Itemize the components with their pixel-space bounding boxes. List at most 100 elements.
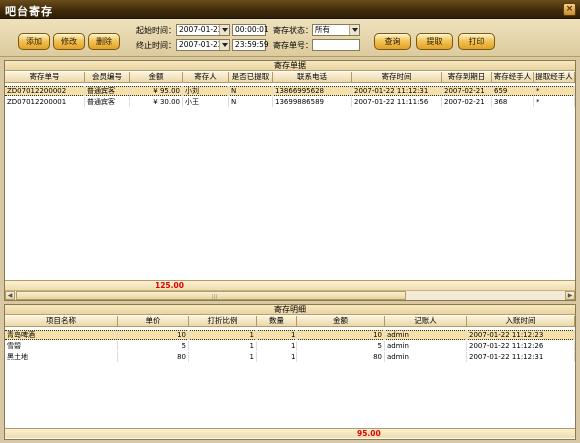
- cell-expiry-date: 2007-02-21: [442, 86, 492, 96]
- cell-deposit-time: 2007-01-22 11:11:56: [352, 97, 442, 107]
- orders-panel-title: 寄存单据: [5, 61, 575, 71]
- scroll-right-icon[interactable]: ▶: [565, 291, 575, 300]
- orders-panel: 寄存单据 寄存单号 会员编号 金额 寄存人 是否已提取 联系电话 寄存时间 寄存…: [4, 60, 576, 301]
- cell-quantity: 1: [257, 341, 297, 351]
- dropdown-arrow-icon[interactable]: [219, 25, 229, 35]
- cell-member-id: 普通宾客: [85, 97, 130, 107]
- cell-detail-amount: 10: [297, 330, 385, 340]
- table-row[interactable]: 黑土地 80 1 1 80 admin 2007-01-22 11:12:31: [5, 352, 575, 362]
- close-button[interactable]: ×: [563, 3, 576, 16]
- cell-deposit-handler: 368: [492, 97, 534, 107]
- details-total: 95.00: [357, 429, 381, 438]
- col-bookkeeper[interactable]: 记账人: [385, 316, 467, 327]
- orders-footer: 125.00: [5, 280, 575, 290]
- cell-detail-amount: 80: [297, 352, 385, 362]
- table-row[interactable]: ZD07012200001 普通宾客 ¥ 30.00 小王 N 13699886…: [5, 97, 575, 107]
- print-button[interactable]: 打印: [458, 33, 495, 50]
- col-item-name[interactable]: 项目名称: [5, 316, 118, 327]
- add-button[interactable]: 添加: [18, 33, 50, 50]
- cell-unit-price: 80: [118, 352, 189, 362]
- scroll-left-icon[interactable]: ◀: [5, 291, 15, 300]
- cell-deposit-time: 2007-01-22 11:12:31: [352, 86, 442, 96]
- cell-deposit-handler: 659: [492, 86, 534, 96]
- table-row[interactable]: ZD07012200002 普通宾客 ¥ 95.00 小刘 N 13866995…: [5, 86, 575, 96]
- cell-member-id: 普通宾客: [85, 86, 130, 96]
- cell-withdrawn: N: [229, 97, 273, 107]
- col-withdrawn[interactable]: 是否已提取: [229, 72, 273, 83]
- col-unit-price[interactable]: 单价: [118, 316, 189, 327]
- cell-entry-time: 2007-01-22 11:12:23: [467, 330, 575, 340]
- cell-bookkeeper: admin: [385, 341, 467, 351]
- cell-item-name: 青岛啤酒: [5, 330, 118, 340]
- cell-bookkeeper: admin: [385, 330, 467, 340]
- cell-withdraw-handler: *: [534, 97, 575, 107]
- cell-unit-price: 10: [118, 330, 189, 340]
- col-deposit-time[interactable]: 寄存时间: [352, 72, 442, 83]
- cell-withdraw-handler: *: [534, 86, 575, 96]
- col-order-no[interactable]: 寄存单号: [5, 72, 85, 83]
- table-row[interactable]: 雪碧 5 1 1 5 admin 2007-01-22 11:12:26: [5, 341, 575, 351]
- start-time-label: 起始时间：: [136, 26, 176, 35]
- orders-header-row: 寄存单号 会员编号 金额 寄存人 是否已提取 联系电话 寄存时间 寄存到期日 寄…: [5, 72, 575, 83]
- cell-unit-price: 5: [118, 341, 189, 351]
- cell-phone: 13866995628: [273, 86, 352, 96]
- cell-discount: 1: [189, 330, 257, 340]
- cell-withdrawn: N: [229, 86, 273, 96]
- dropdown-arrow-icon[interactable]: [219, 40, 229, 50]
- cell-depositor: 小王: [183, 97, 229, 107]
- query-button[interactable]: 查询: [374, 33, 411, 50]
- toolbar: 添加 修改 删除 起始时间： 2007-01-22 00:00:01 终止时间：…: [0, 19, 580, 57]
- col-quantity[interactable]: 数量: [257, 316, 297, 327]
- start-time-input[interactable]: 00:00:01: [232, 24, 269, 36]
- end-time-input[interactable]: 23:59:59: [232, 39, 269, 51]
- col-entry-time[interactable]: 入账时间: [467, 316, 575, 327]
- cell-entry-time: 2007-01-22 11:12:31: [467, 352, 575, 362]
- end-date-picker[interactable]: 2007-01-22: [176, 39, 230, 51]
- details-panel: 寄存明细 项目名称 单价 打折比例 数量 金额 记账人 入账时间 青岛啤酒 10…: [4, 304, 576, 440]
- col-depositor[interactable]: 寄存人: [183, 72, 229, 83]
- start-date-picker[interactable]: 2007-01-22: [176, 24, 230, 36]
- window-title: 吧台寄存: [5, 5, 53, 18]
- details-footer: 95.00: [5, 428, 575, 438]
- col-withdraw-handler[interactable]: 提取经手人: [534, 72, 575, 83]
- order-no-input[interactable]: [312, 39, 360, 51]
- dropdown-arrow-icon[interactable]: [349, 25, 359, 35]
- details-panel-title: 寄存明细: [5, 305, 575, 315]
- table-row[interactable]: 青岛啤酒 10 1 1 10 admin 2007-01-22 11:12:23: [5, 330, 575, 340]
- status-select[interactable]: 所有: [312, 24, 360, 36]
- cell-expiry-date: 2007-02-21: [442, 97, 492, 107]
- col-amount[interactable]: 金额: [130, 72, 183, 83]
- delete-button[interactable]: 删除: [88, 33, 120, 50]
- col-expiry-date[interactable]: 寄存到期日: [442, 72, 492, 83]
- col-discount[interactable]: 打折比例: [189, 316, 257, 327]
- cell-depositor: 小刘: [183, 86, 229, 96]
- cell-phone: 13699886589: [273, 97, 352, 107]
- cell-amount: ¥ 95.00: [130, 86, 183, 96]
- withdraw-button[interactable]: 提取: [416, 33, 453, 50]
- cell-item-name: 黑土地: [5, 352, 118, 362]
- edit-button[interactable]: 修改: [53, 33, 85, 50]
- orders-horizontal-scrollbar[interactable]: ◀ ||| ▶: [5, 290, 575, 300]
- cell-bookkeeper: admin: [385, 352, 467, 362]
- scroll-thumb[interactable]: |||: [16, 291, 406, 300]
- cell-detail-amount: 5: [297, 341, 385, 351]
- col-member-id[interactable]: 会员编号: [85, 72, 130, 83]
- cell-item-name: 雪碧: [5, 341, 118, 351]
- cell-order-no: ZD07012200001: [5, 97, 85, 107]
- col-phone[interactable]: 联系电话: [273, 72, 352, 83]
- cell-quantity: 1: [257, 352, 297, 362]
- col-detail-amount[interactable]: 金额: [297, 316, 385, 327]
- title-bar: 吧台寄存 ×: [0, 0, 580, 19]
- status-label: 寄存状态：: [273, 26, 313, 35]
- col-deposit-handler[interactable]: 寄存经手人: [492, 72, 534, 83]
- order-no-label: 寄存单号：: [273, 41, 313, 50]
- cell-amount: ¥ 30.00: [130, 97, 183, 107]
- cell-entry-time: 2007-01-22 11:12:26: [467, 341, 575, 351]
- cell-quantity: 1: [257, 330, 297, 340]
- status-value: 所有: [315, 25, 330, 34]
- cell-discount: 1: [189, 341, 257, 351]
- end-time-label: 终止时间：: [136, 41, 176, 50]
- details-header-row: 项目名称 单价 打折比例 数量 金额 记账人 入账时间: [5, 316, 575, 327]
- end-date-value: 2007-01-22: [179, 40, 223, 49]
- start-date-value: 2007-01-22: [179, 25, 223, 34]
